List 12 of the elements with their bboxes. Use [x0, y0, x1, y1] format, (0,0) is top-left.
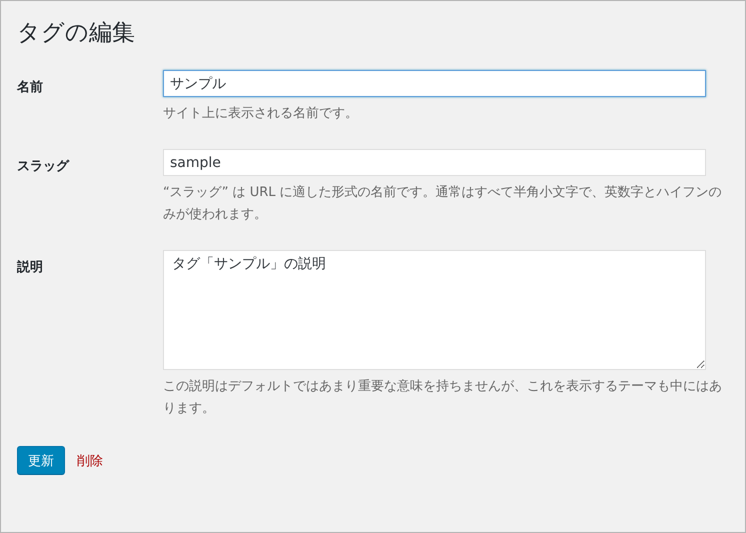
- input-field[interactable]: sample: [163, 149, 706, 176]
- field-label: スラッグ: [17, 158, 70, 175]
- help-text: サイト上に表示される名前です。: [163, 105, 359, 123]
- field-label: 名前: [17, 79, 44, 96]
- page-title: タグの編集: [17, 19, 136, 48]
- text-area[interactable]: タグ「サンプル」の説明: [163, 250, 706, 370]
- help-text: “スラッグ” は URL に適した形式の名前です。通常はすべて半角小文字で、英数字とハイフンのみが使われます。: [163, 184, 723, 224]
- input-field[interactable]: サンプル: [163, 70, 706, 97]
- help-text: この説明はデフォルトではあまり重要な意味を持ちませんが、これを表示するテーマも中にはあります。: [163, 378, 723, 418]
- update-button[interactable]: 更新: [17, 446, 65, 475]
- delete-link[interactable]: 削除: [77, 452, 103, 470]
- field-label: 説明: [17, 259, 44, 276]
